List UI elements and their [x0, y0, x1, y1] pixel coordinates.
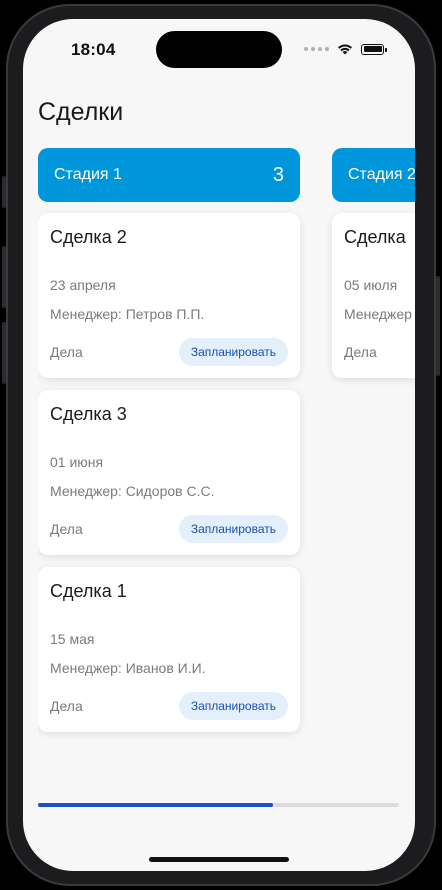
- stage-column-2: Стадия 2 Сделка 05 июля Менеджер Дела: [332, 148, 415, 378]
- volume-down-button: [2, 322, 6, 384]
- horizontal-scrollbar[interactable]: [38, 803, 399, 807]
- deal-tasks-label: Дела: [344, 344, 377, 360]
- deal-card[interactable]: Сделка 05 июля Менеджер Дела: [332, 213, 415, 378]
- power-button: [436, 276, 440, 376]
- deal-date: 15 мая: [50, 631, 95, 647]
- schedule-button[interactable]: Запланировать: [178, 338, 288, 366]
- stage-column-1: Стадия 1 3 Сделка 2 23 апреля Менеджер: …: [38, 148, 300, 732]
- kanban-board[interactable]: Стадия 1 3 Сделка 2 23 апреля Менеджер: …: [38, 148, 415, 788]
- deal-card[interactable]: Сделка 2 23 апреля Менеджер: Петров П.П.…: [38, 213, 300, 378]
- deal-date: 05 июля: [344, 277, 398, 293]
- scrollbar-thumb[interactable]: [38, 803, 273, 807]
- deal-title: Сделка 1: [50, 581, 127, 601]
- dynamic-island: [156, 31, 282, 68]
- status-bar: 18:04: [23, 19, 415, 79]
- stage-name: Стадия 1: [54, 166, 122, 183]
- wifi-icon: [338, 44, 352, 55]
- deal-manager: Менеджер: Сидоров С.С.: [50, 483, 215, 499]
- home-indicator[interactable]: [149, 857, 289, 862]
- deal-title: Сделка 3: [50, 404, 127, 424]
- battery-icon: [361, 43, 387, 55]
- deal-manager: Менеджер: Иванов И.И.: [50, 660, 206, 676]
- stage-count: 3: [272, 163, 284, 186]
- stage-name: Стадия 2: [348, 166, 415, 183]
- status-icons: [304, 41, 387, 57]
- deal-date: 23 апреля: [50, 277, 116, 293]
- deal-tasks-label: Дела: [50, 344, 83, 360]
- screen: 18:04 Сделки Стадия 1 3 Сделка 2 23 апре…: [23, 19, 415, 871]
- deal-manager: Менеджер: Петров П.П.: [50, 306, 205, 322]
- status-time: 18:04: [71, 40, 116, 59]
- deal-card[interactable]: Сделка 1 15 мая Менеджер: Иванов И.И. Де…: [38, 567, 300, 732]
- deal-title: Сделка: [344, 227, 406, 247]
- deal-manager: Менеджер: [344, 306, 412, 322]
- silent-switch: [2, 176, 6, 208]
- stage-header[interactable]: Стадия 1 3: [38, 148, 300, 202]
- signal-dots-icon: [304, 47, 329, 51]
- deal-tasks-label: Дела: [50, 698, 83, 714]
- stage-header[interactable]: Стадия 2: [332, 148, 415, 202]
- deal-date: 01 июня: [50, 454, 104, 470]
- deal-tasks-label: Дела: [50, 521, 83, 537]
- page-title: Сделки: [38, 98, 124, 126]
- deal-title: Сделка 2: [50, 227, 127, 247]
- deal-card[interactable]: Сделка 3 01 июня Менеджер: Сидоров С.С. …: [38, 390, 300, 555]
- schedule-button[interactable]: Запланировать: [178, 515, 288, 543]
- schedule-button[interactable]: Запланировать: [178, 692, 288, 720]
- volume-up-button: [2, 246, 6, 308]
